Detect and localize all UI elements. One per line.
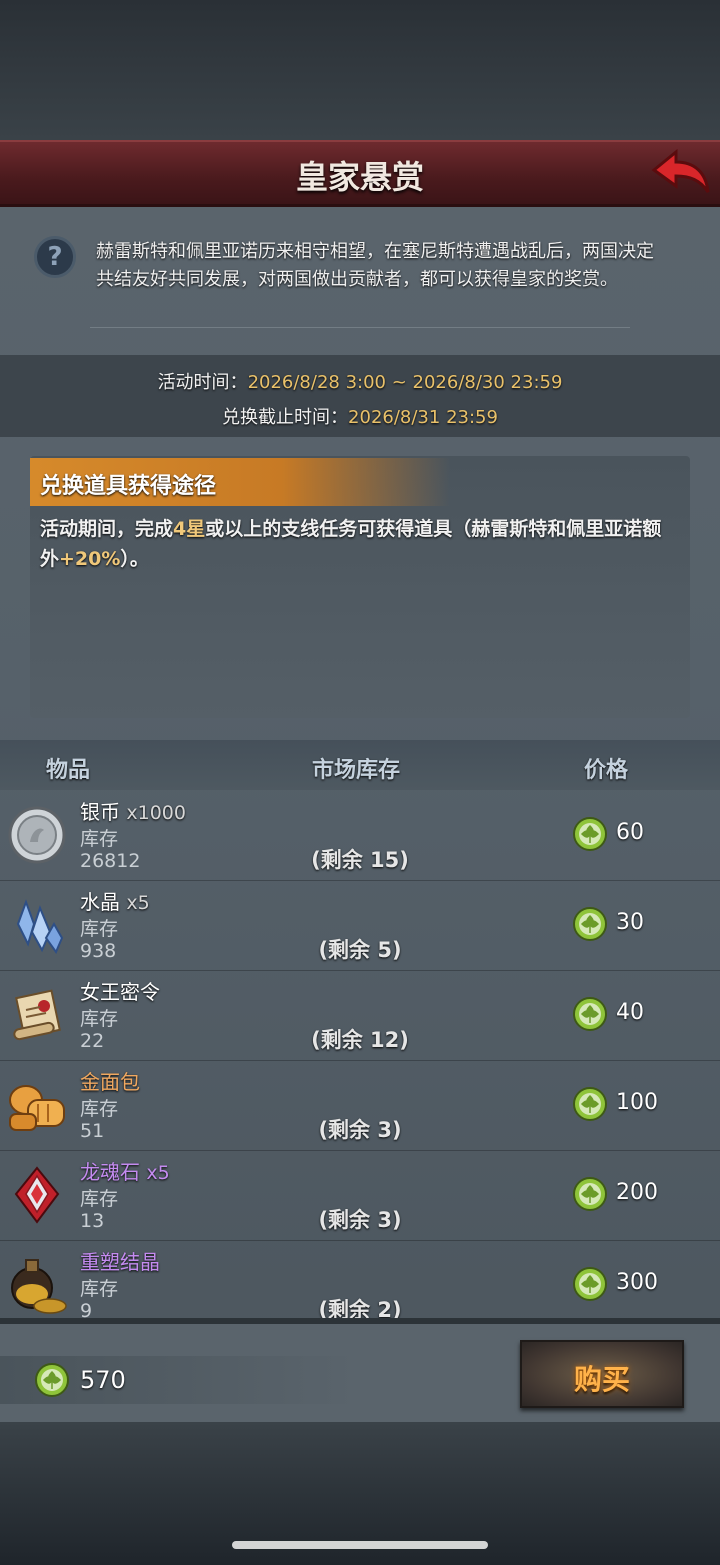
item-name: 女王密令 bbox=[80, 976, 160, 1005]
item-name-text: 金面包 bbox=[80, 1070, 140, 1094]
source-title: 兑换道具获得途径 bbox=[40, 474, 217, 499]
balance-value: 570 bbox=[80, 1366, 126, 1394]
list-item[interactable]: 女王密令 库存 22 (剩余 12) 40 bbox=[0, 970, 720, 1061]
clover-coin-icon bbox=[573, 1177, 607, 1211]
top-backdrop bbox=[0, 0, 720, 140]
price-value: 30 bbox=[616, 910, 644, 935]
col-item-header[interactable]: 物品 bbox=[46, 752, 90, 784]
price-value: 40 bbox=[616, 1000, 644, 1025]
item-name: 重塑结晶 bbox=[80, 1246, 160, 1275]
remaining-count: (剩余 5) bbox=[318, 938, 402, 962]
remaining-count: (剩余 3) bbox=[318, 1208, 402, 1232]
stock-value: 13 bbox=[80, 1210, 105, 1232]
price-value: 100 bbox=[616, 1090, 658, 1115]
source-description: 活动期间，完成4星或以上的支线任务可获得道具（赫雷斯特和佩里亚诺额外+20%）。 bbox=[40, 514, 680, 574]
source-desc-highlight: 4星 bbox=[173, 518, 206, 540]
intro-text: 赫雷斯特和佩里亚诺历来相守相望，在塞尼斯特遭遇战乱后，两国决定共结友好共同发展，… bbox=[96, 241, 654, 290]
source-desc-part1: 活动期间，完成 bbox=[40, 518, 174, 540]
stock-value: 51 bbox=[80, 1120, 105, 1142]
clover-coin-icon bbox=[573, 1087, 607, 1121]
silver-coin-icon bbox=[8, 806, 66, 864]
stock-label: 库存 bbox=[80, 828, 119, 850]
stock-label: 库存 bbox=[80, 1278, 119, 1300]
list-item[interactable]: 水晶 x5 库存 938 (剩余 5) 30 bbox=[0, 880, 720, 971]
home-indicator[interactable] bbox=[232, 1541, 488, 1549]
stock-label: 库存 bbox=[80, 1008, 119, 1030]
col-price-header: 价格 bbox=[584, 758, 629, 783]
buy-button-label: 购买 bbox=[573, 1363, 630, 1396]
remaining-count: (剩余 2) bbox=[318, 1298, 402, 1320]
stock-label: 库存 bbox=[80, 1188, 119, 1210]
item-list[interactable]: 银币 x1000 库存 26812 (剩余 15) 60 水晶 x5 库存 93… bbox=[0, 790, 720, 1320]
bread-icon bbox=[9, 1085, 65, 1131]
activity-time-value: 2026/8/28 3:00 ~ 2026/8/30 23:59 bbox=[247, 372, 563, 393]
activity-time-label: 活动时间： bbox=[157, 372, 248, 393]
source-desc-highlight2: +20% bbox=[59, 548, 121, 570]
source-desc-part3: ）。 bbox=[120, 548, 149, 570]
clover-coin-icon bbox=[573, 1267, 607, 1301]
item-name: 龙魂石 x5 bbox=[80, 1156, 170, 1185]
price-value: 60 bbox=[616, 820, 644, 845]
item-qty: x1000 bbox=[126, 802, 186, 824]
deadline-time-value: 2026/8/31 23:59 bbox=[348, 407, 498, 428]
title-bar: 皇家悬赏 bbox=[0, 140, 720, 207]
stock-value: 938 bbox=[80, 940, 117, 962]
potion-icon bbox=[11, 1259, 67, 1314]
page-title: 皇家悬赏 bbox=[295, 158, 424, 196]
crystal-icon bbox=[16, 899, 64, 955]
clover-coin-icon bbox=[573, 907, 607, 941]
item-name: 金面包 bbox=[80, 1066, 140, 1095]
list-item[interactable]: 金面包 库存 51 (剩余 3) 100 bbox=[0, 1060, 720, 1151]
item-name-text: 女王密令 bbox=[80, 980, 160, 1004]
item-qty: x5 bbox=[146, 1162, 170, 1184]
list-item[interactable]: 银币 x1000 库存 26812 (剩余 15) 60 bbox=[0, 790, 720, 881]
stock-label: 库存 bbox=[80, 918, 119, 940]
back-arrow-icon[interactable] bbox=[650, 146, 712, 196]
stock-value: 9 bbox=[80, 1300, 93, 1320]
red-gem-icon bbox=[14, 1166, 60, 1224]
help-icon[interactable]: ? bbox=[34, 236, 76, 278]
activity-time: 活动时间：2026/8/28 3:00 ~ 2026/8/30 23:59 bbox=[0, 368, 720, 394]
item-name-text: 重塑结晶 bbox=[80, 1250, 160, 1274]
stock-label: 库存 bbox=[80, 1098, 119, 1120]
scroll-icon bbox=[13, 989, 61, 1041]
col-stock-header: 市场库存 bbox=[312, 758, 401, 783]
deadline-time-label: 兑换截止时间： bbox=[222, 407, 349, 428]
remaining-count: (剩余 3) bbox=[318, 1118, 402, 1142]
item-name: 水晶 x5 bbox=[80, 886, 150, 915]
item-name: 银币 x1000 bbox=[80, 796, 186, 825]
price-value: 200 bbox=[616, 1180, 658, 1205]
deadline-time: 兑换截止时间：2026/8/31 23:59 bbox=[0, 403, 720, 429]
stock-value: 26812 bbox=[80, 850, 141, 872]
remaining-count: (剩余 15) bbox=[311, 848, 409, 872]
divider bbox=[90, 327, 630, 328]
stock-value: 22 bbox=[80, 1030, 105, 1052]
clover-coin-icon bbox=[573, 817, 607, 851]
list-item[interactable]: 重塑结晶 库存 9 (剩余 2) 300 bbox=[0, 1240, 720, 1320]
list-item[interactable]: 龙魂石 x5 库存 13 (剩余 3) 200 bbox=[0, 1150, 720, 1241]
item-name-text: 水晶 bbox=[80, 890, 120, 914]
item-qty: x5 bbox=[126, 892, 150, 914]
clover-coin-icon bbox=[35, 1363, 69, 1397]
clover-coin-icon bbox=[573, 997, 607, 1031]
remaining-count: (剩余 12) bbox=[311, 1028, 409, 1052]
item-name-text: 银币 bbox=[80, 800, 120, 824]
buy-button[interactable]: 购买 bbox=[520, 1340, 684, 1408]
price-value: 300 bbox=[616, 1270, 658, 1295]
item-name-text: 龙魂石 bbox=[80, 1160, 140, 1184]
